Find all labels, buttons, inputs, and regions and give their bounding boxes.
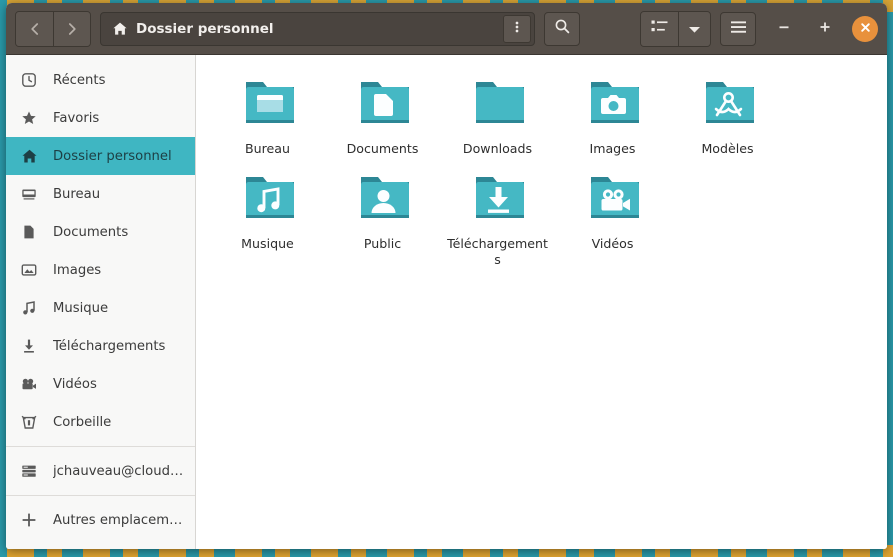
list-view-button[interactable] (641, 11, 678, 46)
sidebar-item-label: Autres emplacements (53, 512, 185, 528)
file-label: Modèles (701, 141, 754, 156)
sidebar-item-label: Vidéos (53, 376, 97, 392)
chevron-right-icon (64, 21, 80, 37)
trash-icon (21, 414, 43, 430)
chevron-left-icon (27, 21, 43, 37)
sidebar-item-desktop[interactable]: Bureau (6, 175, 195, 213)
close-button[interactable] (852, 15, 878, 42)
sidebar: Récents Favoris Dossier personnel Bureau… (6, 55, 196, 549)
clock-icon (21, 72, 43, 88)
icon-grid: Bureau Documents Downloads Images Modèle… (210, 71, 877, 277)
sidebar-divider (6, 495, 195, 496)
folder-documents-icon (352, 76, 414, 134)
file-item[interactable]: Téléchargements (440, 166, 555, 277)
chevron-down-icon (688, 19, 701, 38)
sidebar-item-label: Récents (53, 72, 106, 88)
sidebar-item-trash[interactable]: Corbeille (6, 403, 195, 441)
file-item[interactable]: Public (325, 166, 440, 277)
sidebar-item-other-locations[interactable]: Autres emplacements (6, 501, 195, 539)
maximize-button[interactable] (811, 15, 839, 43)
folder-desktop-icon (237, 76, 299, 134)
folder-public-icon (352, 171, 414, 229)
sidebar-item-recents[interactable]: Récents (6, 61, 195, 99)
search-icon (554, 18, 571, 39)
sidebar-item-pictures[interactable]: Images (6, 251, 195, 289)
sidebar-item-label: Corbeille (53, 414, 112, 430)
path-bar-label: Dossier personnel (136, 20, 274, 37)
file-label: Bureau (245, 141, 290, 156)
file-item[interactable]: Musique (210, 166, 325, 277)
header-bar: Dossier personnel (6, 3, 887, 55)
sidebar-item-label: Images (53, 262, 102, 278)
folder-templates-icon (697, 76, 759, 134)
minimize-button[interactable] (770, 15, 798, 43)
video-camera-icon (21, 376, 43, 392)
kebab-menu-icon (510, 19, 524, 38)
star-icon (21, 110, 43, 126)
file-item[interactable]: Vidéos (555, 166, 670, 277)
file-item[interactable]: Documents (325, 71, 440, 166)
file-label: Vidéos (591, 235, 634, 251)
minimize-icon (777, 19, 791, 38)
back-button[interactable] (16, 11, 53, 46)
desktop-icon (21, 186, 43, 202)
sidebar-item-label: Dossier personnel (53, 148, 172, 164)
view-mode-buttons (640, 10, 711, 47)
plus-icon (21, 512, 43, 528)
home-icon (112, 21, 128, 37)
file-view[interactable]: Bureau Documents Downloads Images Modèle… (196, 55, 887, 549)
sidebar-item-label: Bureau (53, 186, 101, 202)
desktop-background: Dossier personnel Récents Favoris Dossie… (0, 0, 893, 557)
folder-music-icon (237, 171, 299, 229)
forward-button[interactable] (53, 11, 90, 46)
server-icon (21, 463, 43, 479)
download-icon (21, 338, 43, 354)
file-label: Musique (241, 235, 294, 251)
list-view-icon (651, 19, 668, 38)
sidebar-account-label: jchauveau@cloud.a… (53, 463, 185, 479)
folder-videos-icon (582, 171, 644, 229)
path-menu-button[interactable] (503, 14, 531, 43)
folder-pictures-icon (582, 76, 644, 134)
sidebar-item-account[interactable]: jchauveau@cloud.a… (6, 452, 195, 490)
file-item[interactable]: Downloads (440, 71, 555, 166)
sidebar-item-home[interactable]: Dossier personnel (6, 137, 195, 175)
main-menu-button[interactable] (720, 11, 756, 46)
file-item[interactable]: Modèles (670, 71, 785, 166)
maximize-icon (818, 19, 832, 38)
file-label: Images (589, 141, 636, 156)
sidebar-item-label: Musique (53, 300, 109, 316)
navigation-buttons (15, 10, 91, 47)
sidebar-item-documents[interactable]: Documents (6, 213, 195, 251)
sidebar-item-favorites[interactable]: Favoris (6, 99, 195, 137)
folder-downloads-icon (467, 171, 529, 229)
file-label: Downloads (462, 141, 533, 156)
file-manager-window: Dossier personnel Récents Favoris Dossie… (6, 3, 887, 549)
sidebar-item-label: Documents (53, 224, 129, 240)
window-body: Récents Favoris Dossier personnel Bureau… (6, 55, 887, 549)
hamburger-menu-icon (730, 19, 747, 38)
file-item[interactable]: Bureau (210, 71, 325, 166)
sidebar-item-label: Téléchargements (53, 338, 166, 354)
file-label: Documents (346, 141, 419, 156)
sidebar-item-music[interactable]: Musique (6, 289, 195, 327)
file-label: Public (363, 235, 402, 251)
path-bar[interactable]: Dossier personnel (100, 11, 535, 46)
picture-icon (21, 262, 43, 278)
sidebar-item-label: Favoris (53, 110, 100, 126)
sidebar-item-videos[interactable]: Vidéos (6, 365, 195, 403)
folder-plain-icon (467, 76, 529, 134)
music-note-icon (21, 300, 43, 316)
view-dropdown-button[interactable] (678, 11, 710, 46)
document-icon (21, 224, 43, 240)
file-item[interactable]: Images (555, 71, 670, 166)
close-icon (859, 19, 872, 38)
sidebar-item-downloads[interactable]: Téléchargements (6, 327, 195, 365)
search-button[interactable] (544, 11, 580, 46)
sidebar-divider (6, 446, 195, 447)
file-label: Téléchargements (447, 235, 548, 268)
home-icon (21, 148, 43, 165)
